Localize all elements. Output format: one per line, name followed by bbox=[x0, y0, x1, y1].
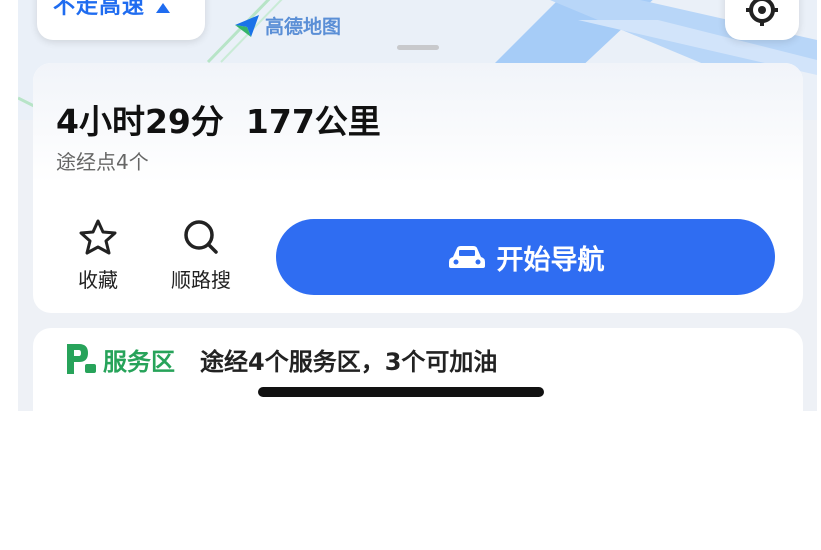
amap-logo-icon bbox=[235, 15, 259, 37]
car-icon bbox=[448, 246, 485, 268]
search-along-label: 顺路搜 bbox=[171, 268, 231, 292]
route-distance: 177公里 bbox=[245, 102, 381, 141]
start-navigation-label: 开始导航 bbox=[496, 244, 605, 276]
sheet-drag-handle[interactable] bbox=[397, 45, 439, 50]
route-preference-label: 不走高速 bbox=[53, 0, 146, 19]
service-area-card[interactable]: 服务区 途经4个服务区，3个可加油 bbox=[33, 328, 803, 411]
route-duration: 4小时29分 bbox=[56, 102, 224, 141]
start-navigation-button[interactable]: 开始导航 bbox=[276, 219, 775, 295]
caret-up-icon bbox=[156, 3, 171, 13]
app-screen: 不走高速 高德地图 4小时29分 177公里 途经点4个 收藏 顺路搜 开始导航… bbox=[18, 0, 817, 411]
route-summary: 4小时29分 177公里 bbox=[56, 95, 381, 143]
star-icon bbox=[79, 219, 117, 255]
amap-logo: 高德地图 bbox=[233, 11, 341, 39]
service-area-title: 服务区 bbox=[103, 348, 175, 376]
parking-service-icon bbox=[67, 344, 96, 374]
search-icon bbox=[184, 220, 218, 254]
locate-crosshair-icon bbox=[746, 0, 778, 26]
favorite-button[interactable]: 收藏 bbox=[58, 218, 138, 293]
service-area-description: 途经4个服务区，3个可加油 bbox=[200, 348, 498, 376]
search-along-route-button[interactable]: 顺路搜 bbox=[161, 218, 241, 293]
via-points-count: 途经点4个 bbox=[56, 150, 149, 174]
amap-logo-text: 高德地图 bbox=[265, 15, 342, 38]
favorite-label: 收藏 bbox=[78, 268, 118, 292]
route-preference-button[interactable]: 不走高速 bbox=[37, 0, 205, 40]
home-indicator[interactable] bbox=[258, 387, 544, 397]
locate-button[interactable] bbox=[725, 0, 799, 40]
